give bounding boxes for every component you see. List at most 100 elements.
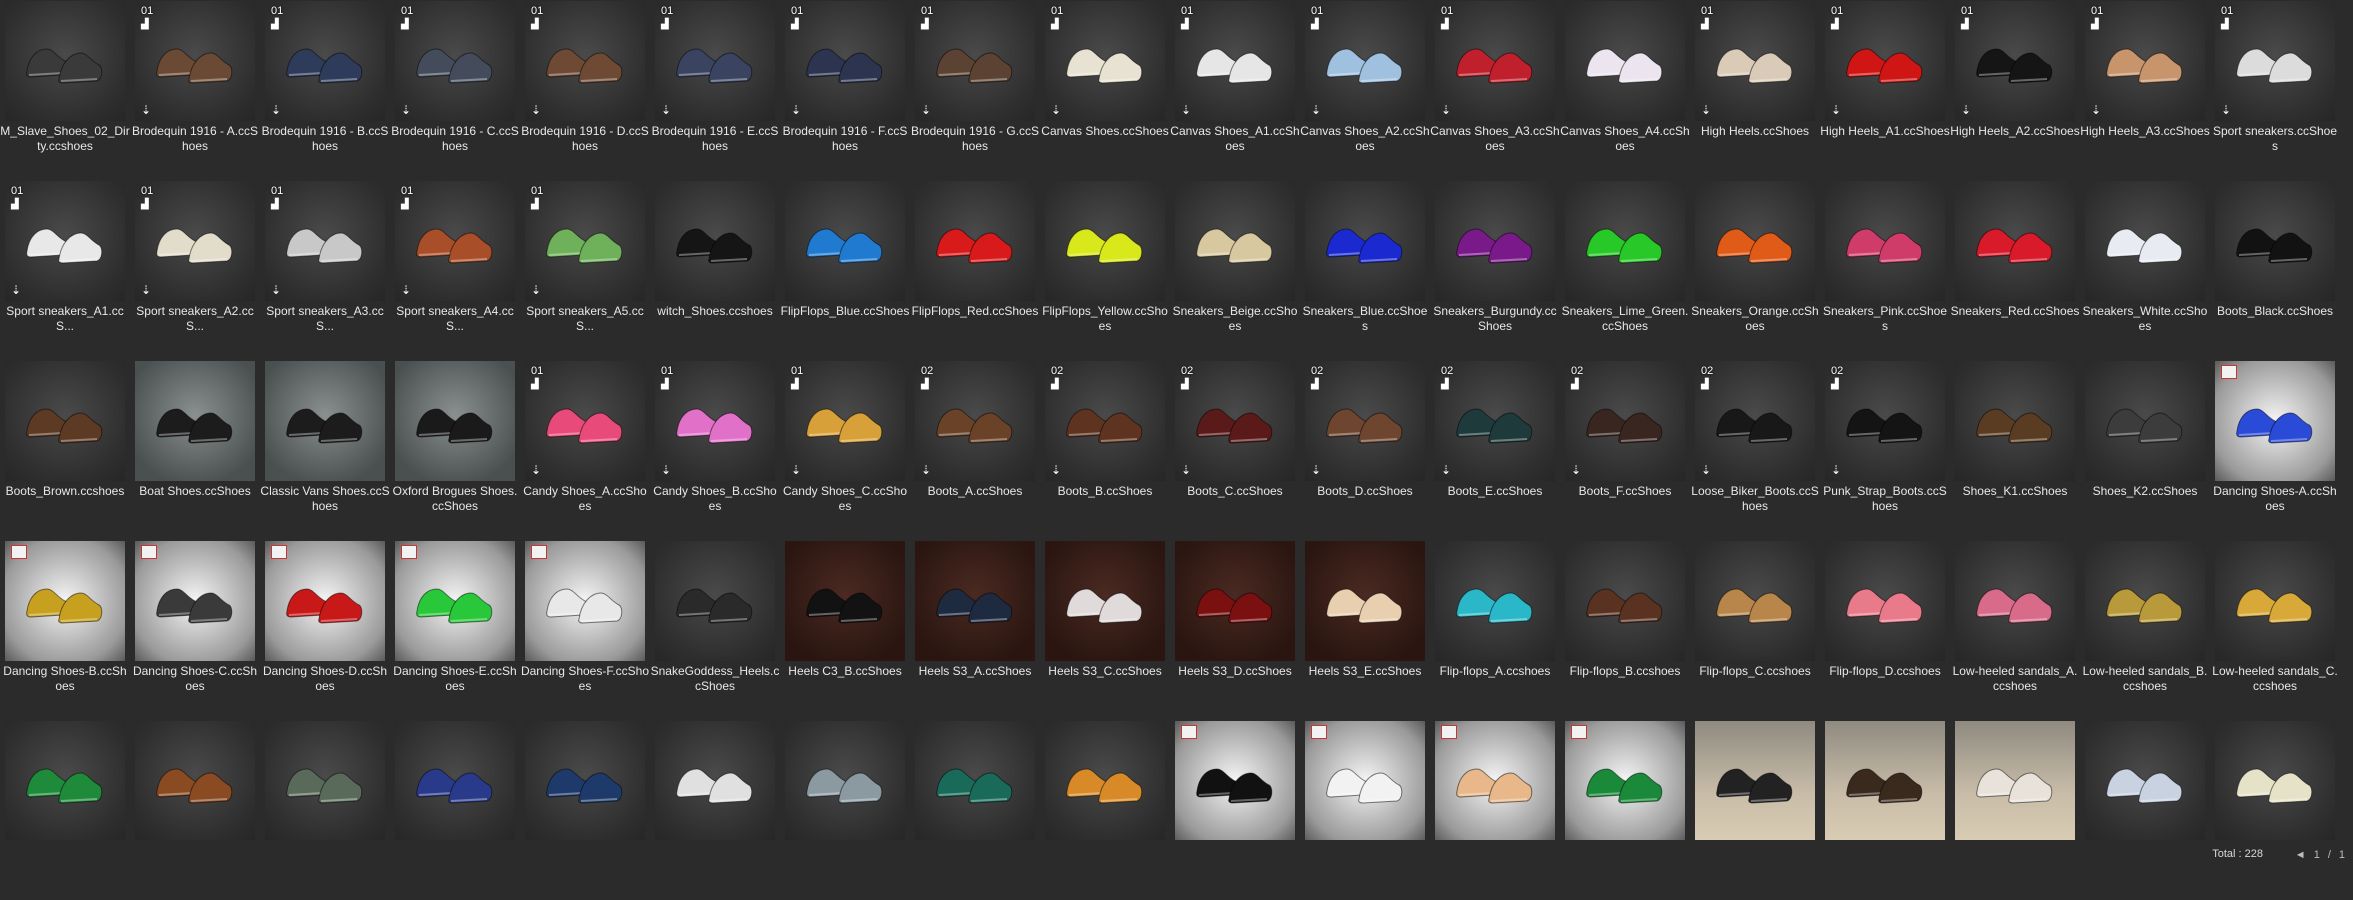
asset-thumbnail[interactable]: 01 ▟ ⇣ (265, 181, 385, 301)
asset-item[interactable]: Flip-flops_C.ccshoes (1690, 540, 1820, 720)
asset-item[interactable]: 01 ▟ ⇣ Brodequin 1916 - E.ccShoes (650, 0, 780, 180)
asset-item[interactable]: Boat Shoes.ccShoes (130, 360, 260, 540)
asset-thumbnail[interactable] (1435, 541, 1555, 661)
asset-item[interactable]: Sneakers_Beige.ccShoes (1170, 180, 1300, 360)
asset-item[interactable]: 01 ▟ ⇣ Sport sneakers_A4.ccS... (390, 180, 520, 360)
asset-item[interactable] (260, 720, 390, 900)
asset-item[interactable] (1820, 720, 1950, 900)
asset-thumbnail[interactable] (135, 541, 255, 661)
asset-thumbnail[interactable] (525, 721, 645, 841)
asset-item[interactable]: Heels C3_B.ccShoes (780, 540, 910, 720)
asset-item[interactable]: FlipFlops_Blue.ccShoes (780, 180, 910, 360)
download-icon[interactable]: ⇣ (661, 463, 671, 477)
asset-item[interactable]: 01 ▟ ⇣ Candy Shoes_C.ccShoes (780, 360, 910, 540)
asset-item[interactable]: 01 ▟ ⇣ High Heels_A1.ccShoes (1820, 0, 1950, 180)
asset-item[interactable]: Shoes_K1.ccShoes (1950, 360, 2080, 540)
asset-thumbnail[interactable]: 01 ▟ ⇣ (395, 1, 515, 121)
asset-thumbnail[interactable] (1175, 181, 1295, 301)
asset-item[interactable]: 01 ▟ ⇣ Sport sneakers.ccShoes (2210, 0, 2340, 180)
asset-thumbnail[interactable] (1045, 721, 1165, 841)
asset-item[interactable]: Dancing Shoes-B.ccShoes (0, 540, 130, 720)
asset-item[interactable]: 01 ▟ ⇣ Brodequin 1916 - F.ccShoes (780, 0, 910, 180)
asset-thumbnail[interactable]: 01 ▟ ⇣ (1045, 1, 1165, 121)
asset-item[interactable]: Sneakers_Burgundy.ccShoes (1430, 180, 1560, 360)
download-icon[interactable]: ⇣ (921, 103, 931, 117)
asset-item[interactable]: 02 ▟ ⇣ Boots_C.ccShoes (1170, 360, 1300, 540)
asset-thumbnail[interactable]: 01 ▟ ⇣ (525, 361, 645, 481)
asset-item[interactable]: 01 ▟ ⇣ Brodequin 1916 - G.ccShoes (910, 0, 1040, 180)
asset-item[interactable]: 02 ▟ ⇣ Punk_Strap_Boots.ccShoes (1820, 360, 1950, 540)
asset-thumbnail[interactable] (1695, 541, 1815, 661)
asset-item[interactable]: 01 ▟ ⇣ Sport sneakers_A5.ccS... (520, 180, 650, 360)
asset-item[interactable]: Flip-flops_D.ccshoes (1820, 540, 1950, 720)
asset-thumbnail[interactable] (395, 361, 515, 481)
download-icon[interactable]: ⇣ (271, 283, 281, 297)
asset-thumbnail[interactable] (1825, 181, 1945, 301)
download-icon[interactable]: ⇣ (1311, 103, 1321, 117)
asset-thumbnail[interactable] (5, 1, 125, 121)
asset-item[interactable]: Dancing Shoes-A.ccShoes (2210, 360, 2340, 540)
asset-item[interactable]: 01 ▟ ⇣ High Heels.ccShoes (1690, 0, 1820, 180)
asset-thumbnail[interactable] (135, 361, 255, 481)
asset-thumbnail[interactable] (1305, 181, 1425, 301)
download-icon[interactable]: ⇣ (1051, 103, 1061, 117)
asset-thumbnail[interactable] (135, 721, 255, 841)
asset-item[interactable]: Oxford Brogues Shoes.ccShoes (390, 360, 520, 540)
asset-thumbnail[interactable] (1045, 181, 1165, 301)
asset-item[interactable]: FlipFlops_Red.ccShoes (910, 180, 1040, 360)
asset-thumbnail[interactable] (1045, 541, 1165, 661)
asset-thumbnail[interactable] (1695, 721, 1815, 841)
asset-thumbnail[interactable]: 01 ▟ ⇣ (655, 361, 775, 481)
asset-item[interactable]: Low-heeled sandals_A.ccshoes (1950, 540, 2080, 720)
asset-item[interactable]: Heels S3_D.ccShoes (1170, 540, 1300, 720)
asset-thumbnail[interactable] (785, 181, 905, 301)
asset-item[interactable] (520, 720, 650, 900)
asset-item[interactable]: 01 ▟ ⇣ High Heels_A2.ccShoes (1950, 0, 2080, 180)
asset-thumbnail[interactable] (1825, 541, 1945, 661)
prev-page-icon[interactable]: ◄ (2295, 849, 2306, 861)
asset-item[interactable] (780, 720, 910, 900)
asset-thumbnail[interactable] (1565, 541, 1685, 661)
asset-thumbnail[interactable]: 01 ▟ ⇣ (1175, 1, 1295, 121)
download-icon[interactable]: ⇣ (791, 463, 801, 477)
asset-item[interactable]: 01 ▟ ⇣ Brodequin 1916 - C.ccShoes (390, 0, 520, 180)
asset-thumbnail[interactable] (915, 721, 1035, 841)
download-icon[interactable]: ⇣ (531, 103, 541, 117)
asset-thumbnail[interactable] (5, 541, 125, 661)
asset-thumbnail[interactable] (2085, 181, 2205, 301)
asset-item[interactable]: 02 ▟ ⇣ Loose_Biker_Boots.ccShoes (1690, 360, 1820, 540)
asset-item[interactable] (0, 720, 130, 900)
asset-thumbnail[interactable] (1955, 181, 2075, 301)
download-icon[interactable]: ⇣ (1311, 463, 1321, 477)
asset-thumbnail[interactable]: 02 ▟ ⇣ (1565, 361, 1685, 481)
asset-item[interactable]: 01 ▟ ⇣ Sport sneakers_A2.ccS... (130, 180, 260, 360)
asset-thumbnail[interactable]: 02 ▟ ⇣ (1435, 361, 1555, 481)
asset-thumbnail[interactable] (2085, 721, 2205, 841)
download-icon[interactable]: ⇣ (1441, 103, 1451, 117)
asset-item[interactable]: Dancing Shoes-F.ccShoes (520, 540, 650, 720)
asset-thumbnail[interactable] (655, 181, 775, 301)
asset-item[interactable]: Shoes_K2.ccShoes (2080, 360, 2210, 540)
asset-thumbnail[interactable] (265, 721, 385, 841)
asset-thumbnail[interactable] (785, 721, 905, 841)
download-icon[interactable]: ⇣ (1961, 103, 1971, 117)
asset-thumbnail[interactable]: 02 ▟ ⇣ (1045, 361, 1165, 481)
asset-item[interactable]: 01 ▟ ⇣ Sport sneakers_A3.ccS... (260, 180, 390, 360)
asset-thumbnail[interactable]: 01 ▟ ⇣ (525, 181, 645, 301)
asset-item[interactable] (1430, 720, 1560, 900)
download-icon[interactable]: ⇣ (531, 283, 541, 297)
asset-item[interactable]: Flip-flops_B.ccshoes (1560, 540, 1690, 720)
asset-thumbnail[interactable] (1175, 541, 1295, 661)
download-icon[interactable]: ⇣ (141, 283, 151, 297)
asset-thumbnail[interactable]: 02 ▟ ⇣ (1305, 361, 1425, 481)
asset-item[interactable] (1560, 720, 1690, 900)
asset-thumbnail[interactable]: 01 ▟ ⇣ (2085, 1, 2205, 121)
download-icon[interactable]: ⇣ (401, 283, 411, 297)
asset-item[interactable]: 01 ▟ ⇣ Brodequin 1916 - B.ccShoes (260, 0, 390, 180)
download-icon[interactable]: ⇣ (1831, 103, 1841, 117)
asset-thumbnail[interactable]: 02 ▟ ⇣ (1825, 361, 1945, 481)
download-icon[interactable]: ⇣ (11, 283, 21, 297)
asset-item[interactable]: Dancing Shoes-C.ccShoes (130, 540, 260, 720)
asset-item[interactable]: 01 ▟ ⇣ Sport sneakers_A1.ccS... (0, 180, 130, 360)
asset-item[interactable] (1170, 720, 1300, 900)
